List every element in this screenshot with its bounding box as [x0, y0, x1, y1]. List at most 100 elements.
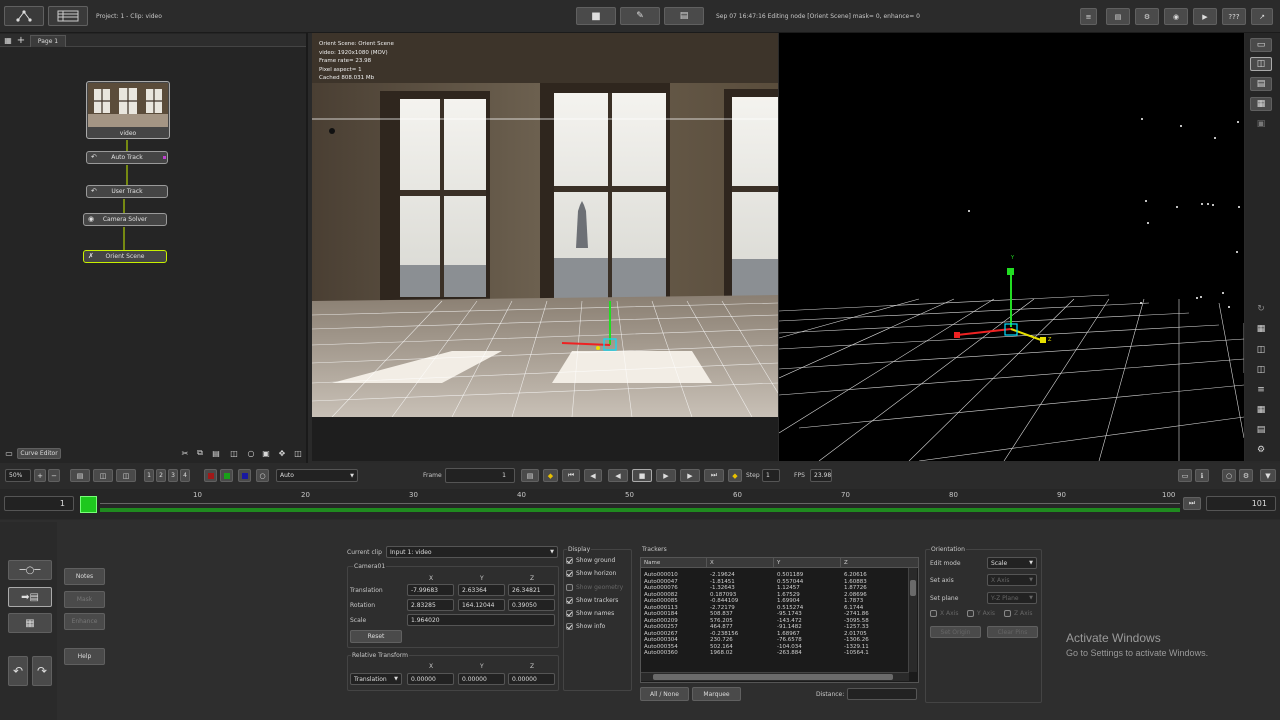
clipboard-button[interactable]: ▤: [664, 7, 704, 25]
camera-mode-button[interactable]: ■: [576, 7, 616, 25]
enhance-button[interactable]: Enhance: [64, 613, 105, 630]
exit-button[interactable]: ↗: [1251, 8, 1273, 25]
distance-input[interactable]: [847, 688, 917, 700]
view-mode-dropdown[interactable]: Auto ▼: [276, 469, 358, 482]
fps-input[interactable]: 23.98: [810, 469, 832, 482]
tracker-row[interactable]: Auto000360 1968.02 -263.884 -10564.1: [641, 650, 909, 657]
step-forward-button[interactable]: ▶: [680, 469, 700, 482]
playhead[interactable]: [80, 496, 97, 513]
scrollbar-thumb[interactable]: [653, 674, 893, 680]
y-axis-checkbox[interactable]: Y Axis: [967, 610, 995, 617]
checkbox-box[interactable]: [566, 583, 573, 591]
help-button[interactable]: ???: [1222, 8, 1246, 25]
display-option[interactable]: Show horizon: [566, 570, 623, 583]
copy-icon[interactable]: ⧉: [194, 447, 206, 459]
step-input[interactable]: 1: [762, 469, 780, 482]
delete-icon[interactable]: ◫: [228, 447, 240, 459]
z-axis-checkbox[interactable]: Z Axis: [1004, 610, 1032, 617]
notes-button[interactable]: Notes: [64, 568, 105, 585]
tool-projection-button[interactable]: ▦: [8, 613, 52, 633]
node-graph-button[interactable]: [4, 6, 44, 26]
grid-view-icon[interactable]: ▦: [1252, 322, 1270, 336]
checkbox-box[interactable]: [566, 610, 573, 618]
display-option[interactable]: Show names: [566, 610, 623, 623]
mask-button[interactable]: Mask: [64, 591, 105, 608]
checkbox-box[interactable]: [566, 623, 573, 631]
options-button[interactable]: ⚙: [1239, 469, 1253, 482]
keyframe-button[interactable]: ◆: [543, 469, 558, 482]
go-start-button[interactable]: ⏮: [562, 469, 580, 482]
edit-mode-button[interactable]: ✎: [620, 7, 660, 25]
monitor-icon[interactable]: ▭: [2, 448, 16, 459]
info-button[interactable]: ℹ: [1195, 469, 1209, 482]
relative-mode-dropdown[interactable]: Translation ▼: [350, 673, 402, 685]
node-camera-solver[interactable]: ◉ Camera Solver: [83, 213, 167, 226]
cut-icon[interactable]: ✂: [179, 447, 191, 459]
range-start-input[interactable]: 1: [4, 496, 74, 511]
cache-button[interactable]: ○: [1222, 469, 1236, 482]
layout-icon[interactable]: ◫: [292, 447, 304, 459]
redo-button[interactable]: ↷: [32, 656, 52, 686]
x-axis-checkbox[interactable]: X Axis: [930, 610, 958, 617]
rows-icon[interactable]: ≡: [1252, 383, 1270, 397]
column-y[interactable]: Y: [774, 558, 841, 567]
relative-x-input[interactable]: 0.00000: [407, 673, 454, 685]
vertical-scrollbar[interactable]: [908, 568, 917, 672]
timeline-track[interactable]: 10 20 30 40 50 60 70 80 90 100: [100, 490, 1180, 516]
display-option[interactable]: Show trackers: [566, 596, 623, 610]
translation-y-input[interactable]: 2.63364: [458, 584, 505, 596]
channel-1-button[interactable]: 1: [144, 469, 154, 482]
columns-icon[interactable]: ◫: [1252, 363, 1270, 377]
marquee-button[interactable]: Marquee: [692, 687, 741, 701]
play-reverse-button[interactable]: ◀: [608, 469, 628, 482]
scale-input[interactable]: 1.964020: [407, 614, 555, 626]
play-button[interactable]: ▶: [656, 469, 676, 482]
display-option[interactable]: Show info: [566, 623, 623, 636]
range-end-button[interactable]: ⏭: [1183, 497, 1201, 510]
output-button[interactable]: ◫: [116, 469, 136, 482]
go-end-button[interactable]: ⏭: [704, 469, 724, 482]
list-view-button[interactable]: [48, 6, 88, 26]
checkbox-box[interactable]: [566, 570, 573, 578]
step-back-button[interactable]: ◀: [584, 469, 602, 482]
tool-slider-button[interactable]: ─○─: [8, 560, 52, 580]
paste-icon[interactable]: ▤: [210, 447, 222, 459]
settings-icon[interactable]: ⚙: [1252, 443, 1270, 457]
translation-z-input[interactable]: 26.34821: [508, 584, 555, 596]
loop-button[interactable]: ▤: [521, 469, 539, 482]
rotation-y-input[interactable]: 164.12044: [458, 599, 505, 611]
column-name[interactable]: Name: [641, 558, 707, 567]
table-button[interactable]: ▤: [1106, 8, 1130, 25]
view-single-button[interactable]: ▭: [1250, 38, 1272, 52]
clear-pins-button[interactable]: Clear Pins: [987, 626, 1038, 638]
column-z[interactable]: Z: [841, 558, 907, 567]
rotation-z-input[interactable]: 0.39050: [508, 599, 555, 611]
rotation-x-input[interactable]: 2.83285: [407, 599, 454, 611]
translation-x-input[interactable]: -7.99683: [407, 584, 454, 596]
arrange-icon[interactable]: ✥: [276, 447, 288, 459]
relative-z-input[interactable]: 0.00000: [508, 673, 555, 685]
lock-icon[interactable]: ▣: [1252, 117, 1270, 131]
node-user-track[interactable]: ↶ User Track: [86, 185, 168, 198]
options-icon[interactable]: ○: [245, 447, 257, 459]
curve-editor-button[interactable]: Curve Editor: [17, 448, 61, 459]
set-plane-dropdown[interactable]: Y-Z Plane ▼: [987, 592, 1037, 604]
menu-button[interactable]: ≡: [1080, 8, 1097, 25]
bars-icon[interactable]: ◫: [1252, 343, 1270, 357]
stack-icon[interactable]: ▤: [1252, 423, 1270, 437]
node-orient-scene[interactable]: ✗ Orient Scene: [83, 250, 167, 263]
horizontal-scrollbar[interactable]: [641, 672, 909, 681]
set-axis-dropdown[interactable]: X Axis ▼: [987, 574, 1037, 586]
channel-4-button[interactable]: 4: [180, 469, 190, 482]
set-origin-button[interactable]: Set Origin: [930, 626, 981, 638]
snapshot-button[interactable]: ◉: [1164, 8, 1188, 25]
checkbox-box[interactable]: [566, 557, 573, 564]
table-icon[interactable]: ▦: [1252, 403, 1270, 417]
display-option[interactable]: Show geometry: [566, 583, 623, 597]
display-option[interactable]: Show ground: [566, 557, 623, 570]
zoom-fit-icon[interactable]: ▣: [260, 447, 272, 459]
range-end-input[interactable]: 101: [1206, 496, 1276, 511]
node-auto-track[interactable]: ↶ Auto Track: [86, 151, 168, 164]
trackers-table[interactable]: Name X Y Z Auto000010 -2.19624 0.501189 6.2…: [640, 557, 919, 683]
collapse-button[interactable]: ▼: [1260, 469, 1276, 482]
